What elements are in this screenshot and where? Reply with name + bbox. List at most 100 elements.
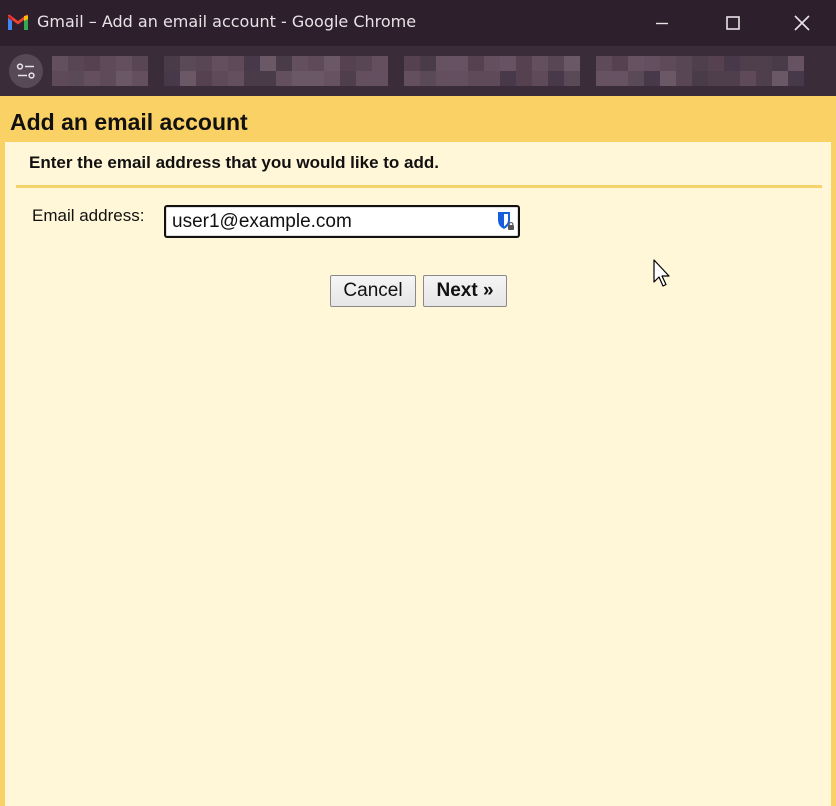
url-redaction-tile bbox=[244, 56, 260, 71]
url-redaction-tile bbox=[580, 56, 596, 71]
url-redaction-tile bbox=[644, 71, 660, 86]
page-title: Add an email account bbox=[10, 109, 248, 135]
maximize-button[interactable] bbox=[698, 0, 768, 46]
url-redaction-tile bbox=[68, 71, 84, 86]
url-redaction-tile bbox=[276, 71, 292, 86]
url-redaction-tile bbox=[308, 71, 324, 86]
url-redaction-tile bbox=[84, 71, 100, 86]
url-redaction-tile bbox=[420, 56, 436, 71]
url-redaction-tile bbox=[596, 56, 612, 71]
url-redaction-tile bbox=[100, 71, 116, 86]
url-redaction-tile bbox=[340, 56, 356, 71]
close-icon bbox=[794, 15, 810, 31]
url-redaction-tile bbox=[116, 71, 132, 86]
url-redaction-tile bbox=[340, 71, 356, 86]
minimize-icon bbox=[656, 22, 668, 25]
url-redaction-tile bbox=[564, 71, 580, 86]
divider bbox=[16, 185, 822, 188]
url-redaction-tile bbox=[660, 56, 676, 71]
url-redaction-tile bbox=[52, 56, 68, 71]
url-redaction-tile bbox=[692, 56, 708, 71]
url-redaction-tile bbox=[308, 56, 324, 71]
address-bar bbox=[0, 46, 836, 96]
url-redaction-tile bbox=[452, 56, 468, 71]
url-redaction-tile bbox=[372, 56, 388, 71]
url-redaction-tile bbox=[756, 56, 772, 71]
cancel-button[interactable]: Cancel bbox=[330, 275, 416, 307]
url-redaction-tile bbox=[724, 71, 740, 86]
url-redaction-tile bbox=[708, 56, 724, 71]
url-redaction-tile bbox=[612, 56, 628, 71]
bitwarden-shield-icon[interactable] bbox=[495, 210, 515, 232]
url-redaction-tile bbox=[532, 56, 548, 71]
url-redaction-tile bbox=[324, 56, 340, 71]
form-panel: Enter the email address that you would l… bbox=[5, 142, 831, 806]
url-redaction-tile bbox=[116, 56, 132, 71]
url-redaction-tile bbox=[468, 56, 484, 71]
url-redaction-tile bbox=[180, 56, 196, 71]
url-redaction-tile bbox=[612, 71, 628, 86]
url-redaction-tile bbox=[628, 56, 644, 71]
url-redaction-tile bbox=[292, 56, 308, 71]
url-redaction-tile bbox=[324, 71, 340, 86]
url-redaction-tile bbox=[276, 56, 292, 71]
url-redaction-tile bbox=[676, 56, 692, 71]
url-redaction-tile bbox=[772, 56, 788, 71]
url-redaction-tile bbox=[260, 71, 276, 86]
url-redaction-tile bbox=[196, 56, 212, 71]
next-button[interactable]: Next » bbox=[423, 275, 507, 307]
url-redaction-tile bbox=[484, 71, 500, 86]
url-redaction-tile bbox=[356, 71, 372, 86]
url-redaction-tile bbox=[644, 56, 660, 71]
email-input[interactable] bbox=[164, 205, 520, 238]
url-redaction-tile bbox=[388, 71, 404, 86]
url-redaction-tile bbox=[228, 71, 244, 86]
url-redaction-tile bbox=[52, 71, 68, 86]
gmail-logo-icon bbox=[8, 14, 28, 30]
url-redaction-tile bbox=[516, 56, 532, 71]
mouse-cursor-icon bbox=[653, 259, 670, 287]
url-redaction-tile bbox=[212, 71, 228, 86]
url-redaction-tile bbox=[676, 71, 692, 86]
minimize-button[interactable] bbox=[627, 0, 697, 46]
url-redaction-tile bbox=[708, 71, 724, 86]
url-redaction-tile bbox=[404, 71, 420, 86]
url-redaction-tile bbox=[436, 71, 452, 86]
url-redaction-tile bbox=[740, 56, 756, 71]
url-redaction-tile bbox=[532, 71, 548, 86]
url-redaction-tile bbox=[788, 71, 804, 86]
window-title: Gmail – Add an email account - Google Ch… bbox=[37, 12, 417, 31]
instruction-text: Enter the email address that you would l… bbox=[29, 153, 439, 172]
url-redaction-tile bbox=[436, 56, 452, 71]
url-redaction-tile bbox=[196, 71, 212, 86]
url-redaction-tile bbox=[484, 56, 500, 71]
url-redaction-tile bbox=[500, 71, 516, 86]
url-redacted[interactable] bbox=[52, 56, 804, 86]
url-redaction-tile bbox=[564, 56, 580, 71]
url-redaction-tile bbox=[292, 71, 308, 86]
url-redaction-tile bbox=[580, 71, 596, 86]
url-redaction-tile bbox=[148, 56, 164, 71]
url-redaction-tile bbox=[404, 56, 420, 71]
url-redaction-tile bbox=[772, 71, 788, 86]
email-label: Email address: bbox=[32, 206, 145, 225]
url-redaction-tile bbox=[84, 56, 100, 71]
url-redaction-tile bbox=[420, 71, 436, 86]
url-redaction-tile bbox=[100, 56, 116, 71]
url-redaction-tile bbox=[132, 71, 148, 86]
url-redaction-tile bbox=[164, 71, 180, 86]
url-redaction-tile bbox=[180, 71, 196, 86]
close-button[interactable] bbox=[767, 0, 836, 46]
window-titlebar: Gmail – Add an email account - Google Ch… bbox=[0, 0, 836, 46]
url-redaction-tile bbox=[660, 71, 676, 86]
url-redaction-tile bbox=[212, 56, 228, 71]
url-redaction-tile bbox=[756, 71, 772, 86]
site-settings-button[interactable] bbox=[9, 54, 43, 88]
tune-icon bbox=[16, 63, 35, 79]
maximize-icon bbox=[726, 16, 740, 30]
url-redaction-tile bbox=[516, 71, 532, 86]
url-redaction-tile bbox=[148, 71, 164, 86]
url-redaction-tile bbox=[132, 56, 148, 71]
url-redaction-tile bbox=[452, 71, 468, 86]
url-redaction-tile bbox=[468, 71, 484, 86]
